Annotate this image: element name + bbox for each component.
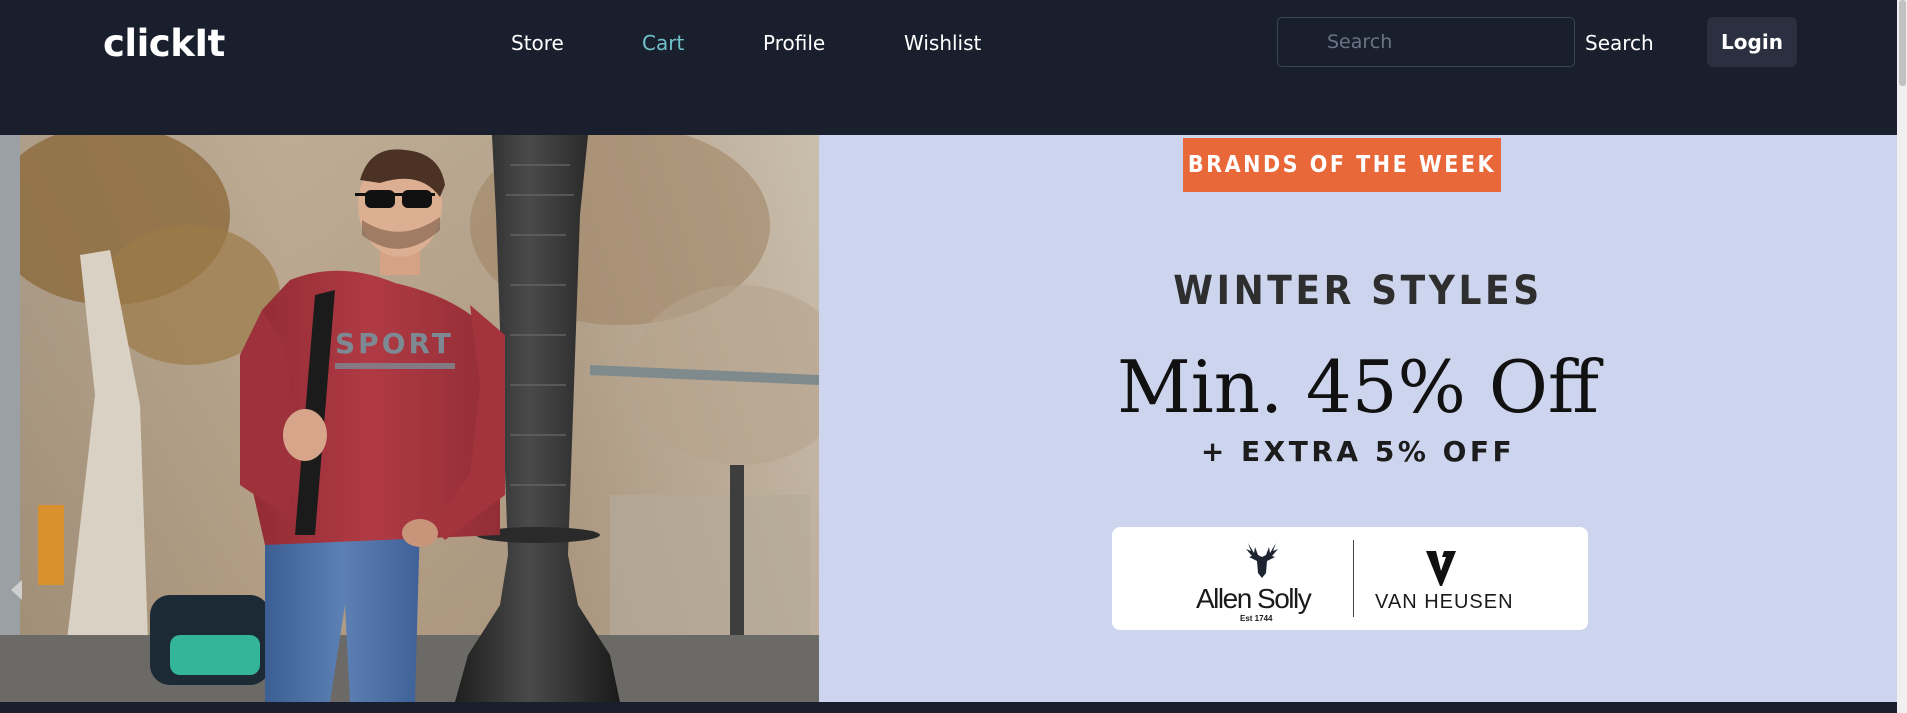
- nav-link-profile[interactable]: Profile: [763, 31, 825, 55]
- sweatshirt-print-text: SPORT: [335, 327, 454, 360]
- logo-divider: [1353, 540, 1354, 617]
- hero-bottom-strip: [0, 702, 1897, 713]
- scrollbar-thumb[interactable]: [1899, 0, 1906, 86]
- hero-offer: Min. 45% Off: [1117, 345, 1599, 429]
- search-input[interactable]: [1277, 17, 1575, 67]
- van-heusen-logo: VAN HEUSEN: [1375, 591, 1514, 613]
- brand-logo[interactable]: clickIt: [103, 22, 225, 65]
- vh-logo-icon: [1426, 551, 1456, 586]
- login-button[interactable]: Login: [1707, 17, 1797, 67]
- carousel-prev-icon[interactable]: [11, 580, 22, 600]
- nav-link-cart[interactable]: Cart: [642, 31, 684, 55]
- brand-logos-card[interactable]: Allen Solly Est 1744 VAN HEUSEN: [1112, 527, 1588, 630]
- hero-photo-illustration: SPORT: [0, 135, 819, 702]
- navbar: clickIt Store Cart Profile Wishlist Sear…: [0, 0, 1897, 135]
- hero-banner[interactable]: SPORT BRANDS OF THE WEEK WINTER STYLES M…: [0, 135, 1897, 702]
- allen-solly-est: Est 1744: [1240, 614, 1273, 623]
- brands-of-week-badge: BRANDS OF THE WEEK: [1183, 138, 1501, 192]
- hero-title: WINTER STYLES: [1173, 268, 1543, 314]
- stag-icon: [1246, 543, 1278, 578]
- allen-solly-logo: Allen Solly: [1196, 583, 1312, 614]
- hero-photo: SPORT: [0, 135, 819, 702]
- nav-link-wishlist[interactable]: Wishlist: [904, 31, 981, 55]
- hero-extra-offer: + EXTRA 5% OFF: [1200, 435, 1516, 468]
- page-scrollbar[interactable]: [1897, 0, 1907, 713]
- nav-link-store[interactable]: Store: [511, 31, 564, 55]
- search-button[interactable]: Search: [1585, 31, 1654, 55]
- hero-offer-panel: BRANDS OF THE WEEK WINTER STYLES Min. 45…: [819, 135, 1897, 702]
